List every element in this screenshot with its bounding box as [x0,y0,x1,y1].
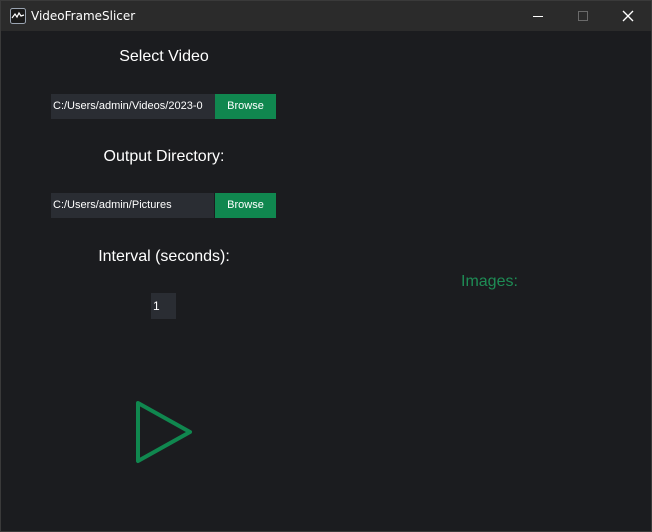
window-title: VideoFrameSlicer [31,9,136,23]
close-icon [622,10,634,22]
interval-input[interactable]: 1 [151,293,176,319]
title-bar[interactable]: VideoFrameSlicer [1,1,651,31]
maximize-button[interactable] [559,1,605,31]
play-button[interactable] [134,399,194,465]
video-path-input[interactable]: C:/Users/admin/Videos/2023-0 [51,94,216,119]
browse-output-button[interactable]: Browse [215,193,276,218]
close-button[interactable] [605,1,651,31]
minimize-icon [533,16,543,17]
browse-video-button[interactable]: Browse [215,94,276,119]
app-waveform-icon [10,8,26,24]
interval-label: Interval (seconds): [98,248,230,265]
play-icon [136,401,192,463]
minimize-button[interactable] [515,1,561,31]
images-label: Images: [461,273,518,290]
output-directory-input[interactable]: C:/Users/admin/Pictures [51,193,214,218]
maximize-icon [578,11,588,21]
select-video-label: Select Video [119,48,209,65]
output-directory-label: Output Directory: [103,148,225,165]
app-window: VideoFrameSlicer Select Video C:/Users/a… [0,0,652,532]
